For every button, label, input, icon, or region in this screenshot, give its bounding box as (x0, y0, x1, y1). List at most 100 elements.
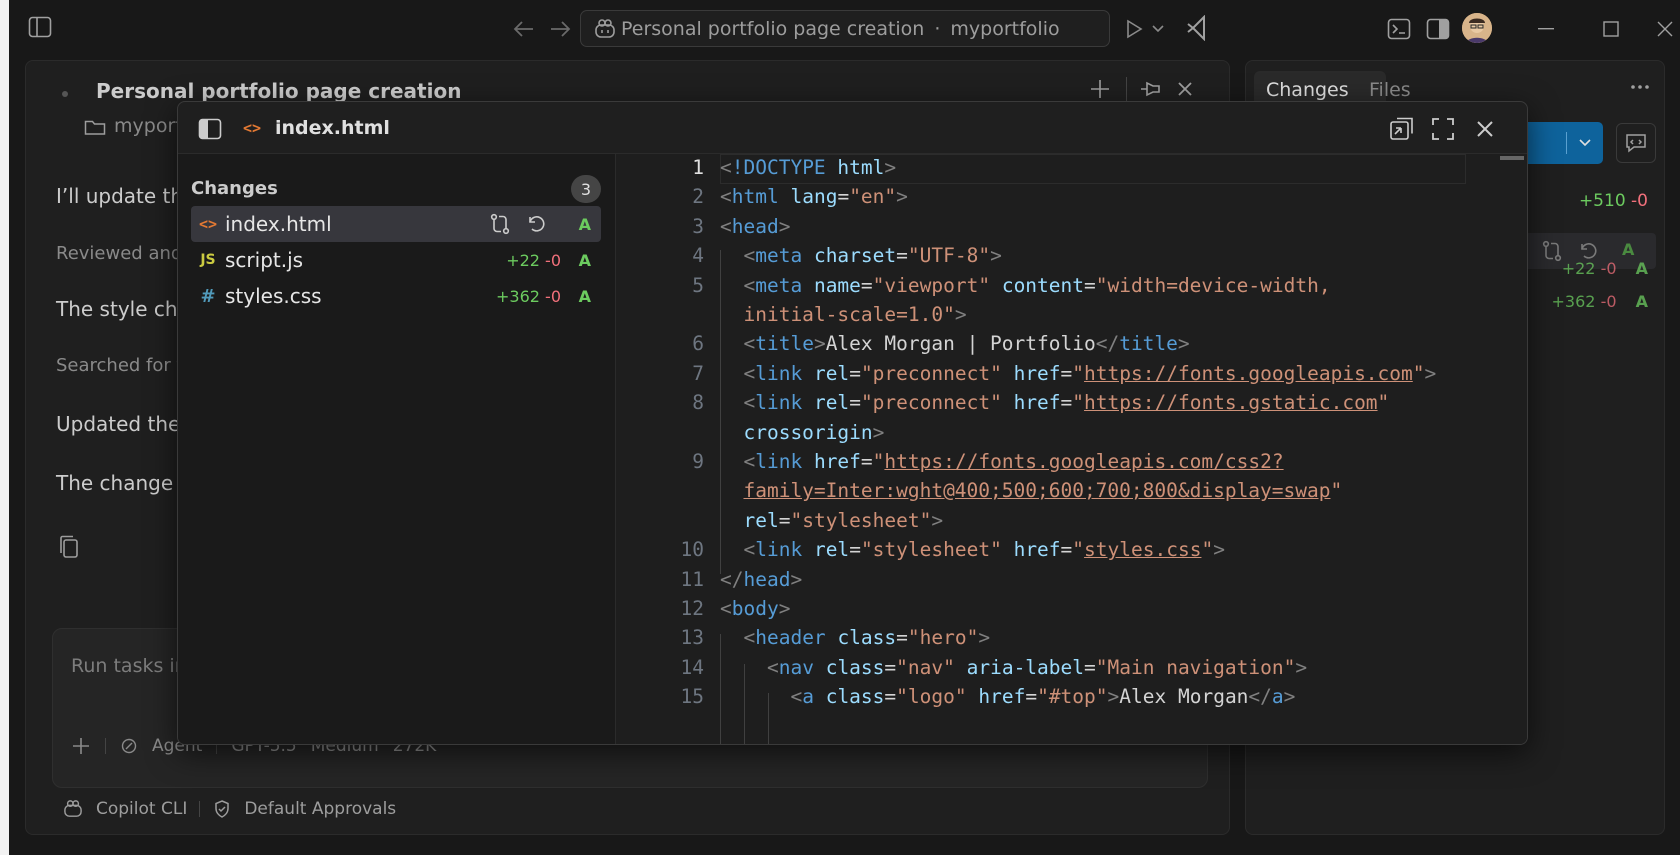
approvals-label[interactable]: Default Approvals (244, 799, 396, 819)
code-token: = (1084, 273, 1096, 297)
code-token: > (954, 303, 967, 326)
toggle-file-list-icon[interactable] (196, 115, 224, 143)
code-token: = (1084, 655, 1096, 679)
new-session-plus-icon[interactable] (1086, 75, 1114, 103)
code-token: a (802, 685, 814, 709)
code-token: body (731, 597, 779, 620)
code-line: <link rel="stylesheet" href="styles.css"… (720, 538, 1224, 562)
compare-changes-icon[interactable] (1540, 240, 1564, 262)
line-number: 5 (692, 273, 704, 297)
close-session-icon[interactable] (1171, 75, 1199, 103)
file-removed: -0 (1600, 292, 1617, 311)
chat-tool-status[interactable]: Searched for fil (56, 355, 193, 376)
code-token: rel (743, 508, 779, 532)
code-token: > (1424, 361, 1437, 385)
file-status: A (578, 250, 591, 270)
code-token: = (1060, 391, 1073, 415)
code-token: " (1072, 538, 1085, 562)
summary-stats: +510 -0 (1579, 191, 1648, 211)
code-token: = (778, 508, 791, 532)
copilot-cli-label[interactable]: Copilot CLI (96, 799, 187, 819)
code-token: > (813, 332, 826, 356)
code-line: <nav class="nav" aria-label="Main naviga… (720, 656, 1307, 679)
vscode-icon[interactable] (1184, 14, 1212, 42)
code-line: <link rel="preconnect" href="https://fon… (720, 362, 1436, 385)
open-in-editor-icon[interactable] (1386, 114, 1418, 144)
maximize-icon[interactable] (1598, 16, 1624, 42)
code-token: = (884, 655, 897, 679)
code-token: https://fonts.gstatic.com (1084, 391, 1378, 415)
file-name: styles.css (225, 284, 322, 308)
code-line: <html lang="en"> (720, 185, 908, 208)
tab-files[interactable]: Files (1369, 79, 1411, 101)
more-actions-icon[interactable] (1626, 73, 1654, 101)
revert-icon[interactable] (524, 212, 548, 236)
tab-changes[interactable]: Changes (1266, 79, 1349, 101)
code-token: "#top" (1037, 685, 1108, 709)
user-avatar[interactable] (1462, 13, 1492, 43)
editor-scrollbar[interactable] (1500, 156, 1524, 160)
agent-mode-icon (120, 737, 138, 755)
html-file-icon: <> (242, 119, 262, 137)
file-status: A (1622, 240, 1635, 259)
code-token: " (1377, 391, 1390, 415)
close-modal-icon[interactable] (1470, 114, 1500, 144)
chevron-down-icon[interactable] (1574, 132, 1596, 154)
line-number: 2 (692, 185, 704, 209)
code-token: class (837, 626, 897, 650)
line-number: 8 (692, 391, 704, 415)
minimize-icon[interactable] (1533, 16, 1559, 42)
file-status: A (1635, 259, 1648, 278)
close-window-icon[interactable] (1652, 16, 1678, 42)
copilot-icon (593, 18, 617, 40)
file-item-script-js[interactable]: JS script.js +22 -0 A (191, 242, 601, 278)
css-file-icon: # (200, 285, 216, 307)
line-number: 11 (680, 567, 704, 591)
code-token: " (1412, 361, 1425, 385)
compare-changes-icon[interactable] (487, 212, 513, 236)
code-token: = (849, 538, 861, 562)
file-status: A (578, 214, 591, 234)
pin-icon[interactable] (1136, 75, 1164, 103)
code-line: <meta name="viewport" content="width=dev… (720, 273, 1330, 297)
code-token: > (778, 214, 791, 238)
line-number: 15 (680, 685, 704, 709)
code-token: </ (720, 567, 744, 591)
file-item-styles-css[interactable]: # styles.css +362 -0 A (191, 278, 601, 314)
code-line: crossorigin> (720, 421, 884, 444)
toggle-panel-icon[interactable] (1424, 15, 1452, 43)
right-file-row[interactable]: +22 -0 A (1562, 259, 1648, 278)
code-editor[interactable]: 1 2 3 4 5 6 7 8 9 10 11 12 13 14 15 <!DOCTYPE html> <htm… (616, 154, 1527, 744)
run-dropdown-chevron-icon[interactable] (1149, 16, 1167, 42)
command-center[interactable]: Personal portfolio page creation · mypor… (580, 10, 1110, 47)
run-icon[interactable] (1121, 16, 1147, 42)
copy-icon[interactable] (56, 533, 82, 561)
code-token: meta (755, 244, 803, 268)
summary-added: +510 (1578, 191, 1626, 211)
chat-input-placeholder[interactable]: Run tasks in (71, 655, 187, 677)
js-file-icon: JS (200, 252, 216, 268)
forward-arrow-icon[interactable] (547, 16, 573, 42)
attach-plus-icon[interactable] (71, 736, 91, 756)
back-arrow-icon[interactable] (511, 16, 537, 42)
file-added: +362 (1551, 292, 1596, 311)
terminal-icon[interactable] (1385, 15, 1413, 43)
right-file-row[interactable]: +362 -0 A (1552, 292, 1648, 311)
window-project: myportfolio (950, 17, 1060, 40)
fullscreen-icon[interactable] (1428, 114, 1458, 144)
code-line: <link href="https://fonts.googleapis.com… (720, 450, 1283, 473)
file-item-index-html[interactable]: <> index.html A (191, 206, 601, 242)
code-token: nav (778, 655, 814, 679)
review-comment-icon[interactable] (1616, 123, 1656, 163)
toggle-sidebar-icon[interactable] (27, 14, 53, 40)
code-token: = (837, 185, 850, 209)
code-token: = (1060, 538, 1073, 562)
button-divider (1566, 132, 1567, 154)
code-token: Alex Morgan (1119, 685, 1249, 709)
line-number: 9 (692, 450, 704, 473)
